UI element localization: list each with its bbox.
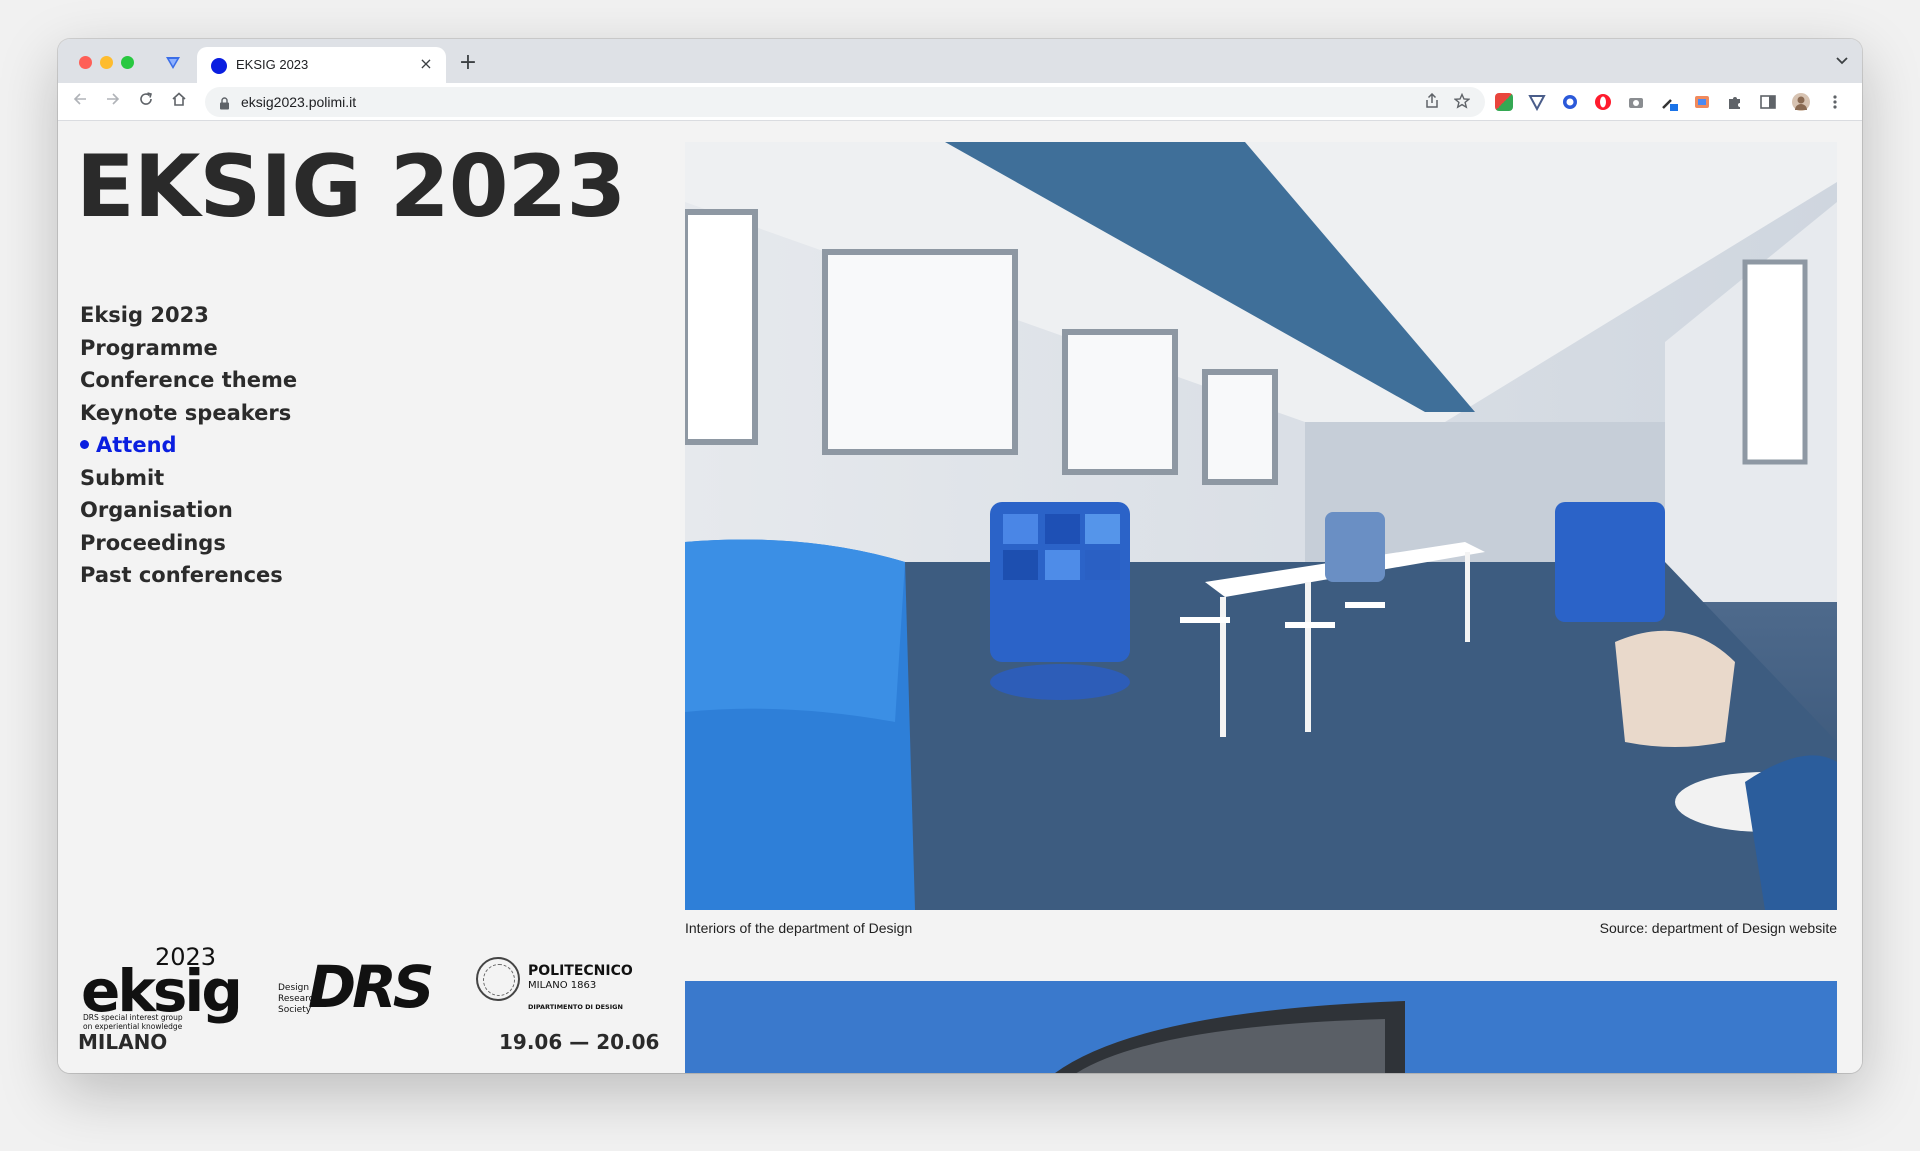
profile-avatar[interactable]: [1792, 93, 1810, 111]
building-photo-illustration: [685, 981, 1837, 1073]
nav-item-past-conferences[interactable]: Past conferences: [80, 559, 297, 592]
hero-photo: [685, 142, 1837, 910]
extension-icon-7[interactable]: [1693, 93, 1711, 111]
nav-item-eksig-2023[interactable]: Eksig 2023: [80, 299, 297, 332]
nav-item-organisation[interactable]: Organisation: [80, 494, 297, 527]
polimi-seal-icon: [476, 957, 520, 1001]
close-window-button[interactable]: [79, 56, 92, 69]
page-content: EKSIG 2023 Eksig 2023 Programme Conferen…: [58, 121, 1862, 1073]
main-nav: Eksig 2023 Programme Conference theme Ke…: [80, 299, 297, 592]
hero-source: Source: department of Design website: [1599, 920, 1837, 936]
tab-eksig[interactable]: EKSIG 2023 ×: [197, 47, 446, 83]
maximize-window-button[interactable]: [121, 56, 134, 69]
address-bar[interactable]: eksig2023.polimi.it: [205, 87, 1485, 117]
nav-item-submit[interactable]: Submit: [80, 462, 297, 495]
nav-item-proceedings[interactable]: Proceedings: [80, 527, 297, 560]
hero-caption: Interiors of the department of Design: [685, 920, 913, 936]
tab-close-icon[interactable]: ×: [416, 54, 436, 74]
back-icon[interactable]: [68, 90, 92, 114]
menu-icon[interactable]: [1826, 93, 1844, 111]
tab-favicon-icon: [211, 58, 227, 74]
tab-title: EKSIG 2023: [236, 57, 309, 72]
eksig-logo-subtitle: DRS special interest group on experienti…: [83, 1013, 183, 1031]
new-tab-button[interactable]: +: [456, 51, 480, 75]
lock-icon[interactable]: [219, 95, 230, 114]
drs-logo[interactable]: Design Research Society DRS: [278, 953, 435, 1021]
footer-city: MILANO: [78, 1030, 168, 1054]
nav-item-attend-label: Attend: [96, 433, 177, 457]
site-title[interactable]: EKSIG 2023: [76, 137, 626, 237]
nav-item-programme[interactable]: Programme: [80, 332, 297, 365]
puzzle-icon[interactable]: [1726, 93, 1744, 111]
star-icon[interactable]: [1453, 92, 1471, 111]
browser-toolbar: eksig2023.polimi.it: [58, 83, 1862, 121]
polimi-city: MILANO 1863: [528, 980, 597, 991]
nav-item-conference-theme[interactable]: Conference theme: [80, 364, 297, 397]
drs-logo-big: DRS: [308, 953, 435, 1021]
share-icon[interactable]: [1423, 92, 1441, 111]
nav-item-keynote-speakers[interactable]: Keynote speakers: [80, 397, 297, 430]
sidebar-icon[interactable]: [1759, 93, 1777, 111]
reload-icon[interactable]: [134, 90, 158, 114]
footer-dates: 19.06 — 20.06: [499, 1030, 660, 1054]
browser-window: EKSIG 2023 × + eksig2023.polimi.it EKSIG…: [58, 39, 1862, 1073]
active-dot-icon: [80, 440, 89, 449]
minimize-window-button[interactable]: [100, 56, 113, 69]
home-icon[interactable]: [167, 90, 191, 114]
extension-icon-3[interactable]: [1561, 93, 1579, 111]
url-text[interactable]: eksig2023.polimi.it: [241, 94, 356, 110]
opera-icon[interactable]: [1594, 93, 1612, 111]
polimi-logo[interactable]: POLITECNICO MILANO 1863 DIPARTIMENTO DI …: [476, 957, 646, 1023]
polimi-dept: DIPARTIMENTO DI DESIGN: [528, 1003, 623, 1011]
camera-icon[interactable]: [1627, 93, 1645, 111]
polimi-name: POLITECNICO: [528, 963, 633, 979]
interior-photo-illustration: [685, 142, 1837, 910]
eyedropper-icon[interactable]: [1660, 93, 1678, 111]
tab-strip: EKSIG 2023 × +: [58, 39, 1862, 83]
eksig-logo[interactable]: 2023 eksig DRS special interest group on…: [81, 943, 243, 1033]
nav-item-attend[interactable]: Attend: [80, 429, 297, 462]
extension-icon-2[interactable]: [1528, 93, 1546, 112]
extension-icon-1[interactable]: [1495, 93, 1513, 111]
chevron-down-icon[interactable]: [1836, 53, 1848, 69]
ext-tab-icon[interactable]: [165, 55, 181, 74]
building-photo: [685, 981, 1837, 1073]
forward-icon[interactable]: [101, 90, 125, 114]
